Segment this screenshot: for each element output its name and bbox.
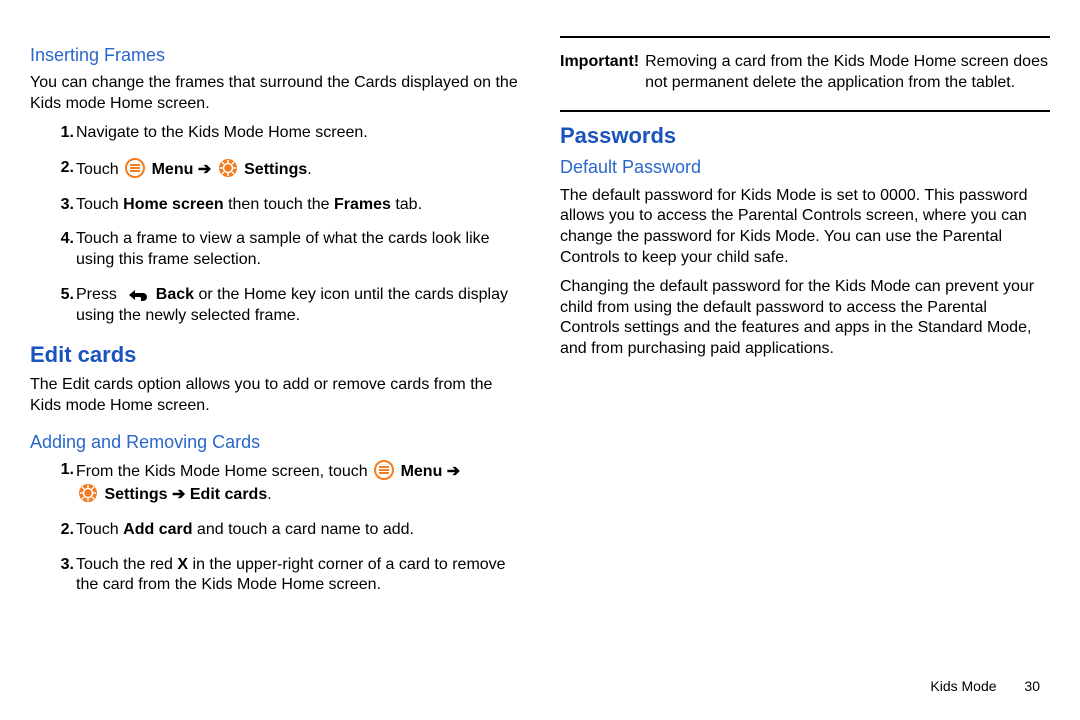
settings-icon <box>78 483 98 503</box>
step-text: tab. <box>391 196 422 213</box>
step-text: . <box>307 161 311 178</box>
step-text: Touch <box>76 521 123 538</box>
back-icon <box>123 287 149 303</box>
menu-icon <box>125 158 145 178</box>
heading-inserting-frames: Inserting Frames <box>30 44 520 67</box>
left-column: Inserting Frames You can change the fram… <box>30 30 520 700</box>
label-settings: Settings <box>240 161 308 178</box>
step-item: Touch Home screen then touch the Frames … <box>76 195 520 216</box>
arrow-icon: ➔ <box>172 486 185 503</box>
footer-section: Kids Mode <box>930 678 996 694</box>
spacer <box>211 161 215 178</box>
steps-inserting-frames: Navigate to the Kids Mode Home screen. T… <box>30 123 520 327</box>
important-note: Important! Removing a card from the Kids… <box>560 44 1050 104</box>
label-menu: Menu <box>147 161 198 178</box>
step-item: Touch Add card and touch a card name to … <box>76 520 520 541</box>
step-item: Touch the red X in the upper-right corne… <box>76 555 520 597</box>
label-settings: Settings <box>100 486 172 503</box>
step-text: From the Kids Mode Home screen, touch <box>76 463 372 480</box>
label-menu: Menu <box>396 463 447 480</box>
label-x: X <box>177 556 188 573</box>
divider-top <box>560 36 1050 38</box>
label-back: Back <box>151 286 194 303</box>
label-edit-cards: Edit cards <box>185 486 267 503</box>
heading-passwords: Passwords <box>560 122 1050 151</box>
step-text: Touch the red <box>76 556 177 573</box>
label-add-card: Add card <box>123 521 192 538</box>
manual-page: Inserting Frames You can change the fram… <box>0 0 1080 720</box>
heading-adding-removing: Adding and Removing Cards <box>30 431 520 454</box>
step-text: Touch <box>76 196 123 213</box>
important-label: Important! <box>560 52 639 94</box>
right-column: Important! Removing a card from the Kids… <box>560 30 1050 700</box>
step-item: Touch Menu ➔ Settings. <box>76 158 520 181</box>
text-inserting-frames-intro: You can change the frames that surround … <box>30 73 520 115</box>
text-default-password-1: The default password for Kids Mode is se… <box>560 186 1050 269</box>
arrow-icon: ➔ <box>447 463 460 480</box>
step-text: . <box>267 486 271 503</box>
step-item: Navigate to the Kids Mode Home screen. <box>76 123 520 144</box>
step-text: then touch the <box>224 196 334 213</box>
label-frames: Frames <box>334 196 391 213</box>
step-item: Touch a frame to view a sample of what t… <box>76 229 520 271</box>
step-text: Touch a frame to view a sample of what t… <box>76 230 490 268</box>
heading-default-password: Default Password <box>560 156 1050 179</box>
step-item: From the Kids Mode Home screen, touch Me… <box>76 460 520 506</box>
step-text: Touch <box>76 161 123 178</box>
step-text: Press <box>76 286 121 303</box>
menu-icon <box>374 460 394 480</box>
step-item: Press Back or the Home key icon until th… <box>76 285 520 327</box>
heading-edit-cards: Edit cards <box>30 341 520 370</box>
steps-adding-removing: From the Kids Mode Home screen, touch Me… <box>30 460 520 596</box>
arrow-icon: ➔ <box>198 161 211 178</box>
settings-icon <box>218 158 238 178</box>
footer-page-number: 30 <box>1024 678 1040 694</box>
step-text: Navigate to the Kids Mode Home screen. <box>76 124 368 141</box>
page-footer: Kids Mode 30 <box>930 678 1040 694</box>
text-edit-cards-intro: The Edit cards option allows you to add … <box>30 375 520 417</box>
label-home-screen: Home screen <box>123 196 224 213</box>
divider-bottom <box>560 110 1050 112</box>
text-default-password-2: Changing the default password for the Ki… <box>560 277 1050 360</box>
step-text: and touch a card name to add. <box>192 521 413 538</box>
important-text: Removing a card from the Kids Mode Home … <box>645 52 1050 94</box>
